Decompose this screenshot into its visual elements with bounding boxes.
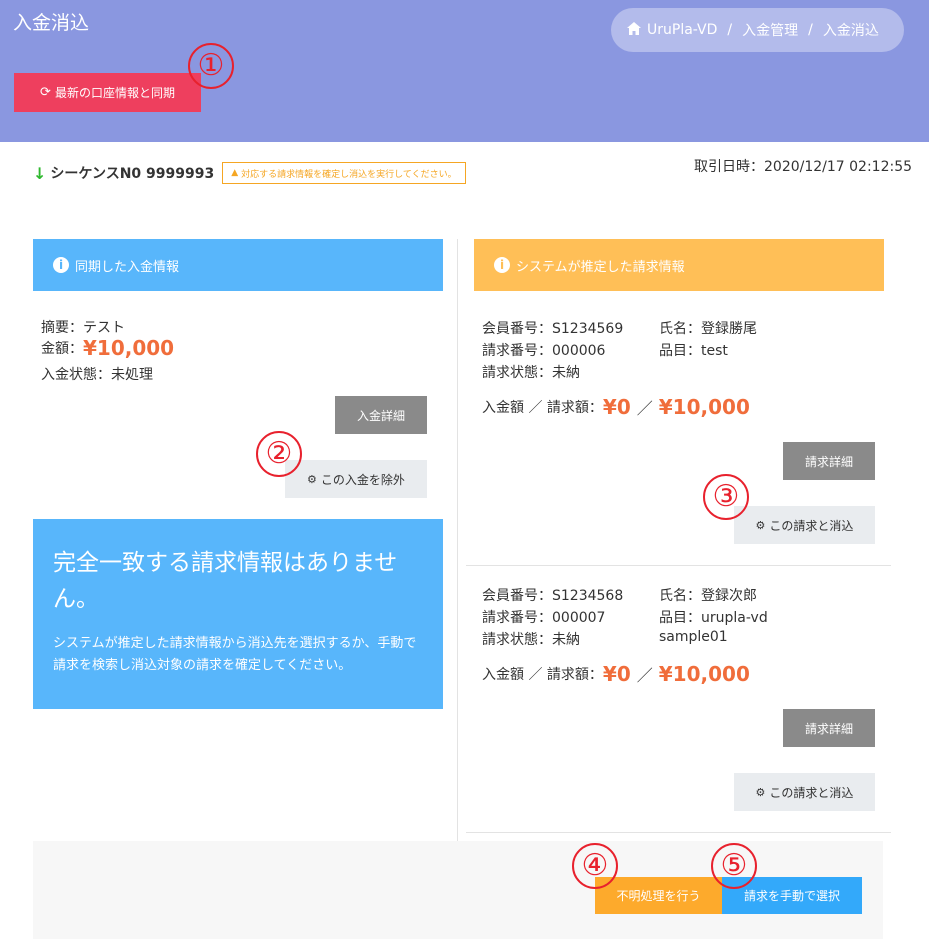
invoice-paid-amount: ¥0 [602, 662, 631, 686]
sync-account-label: 最新の口座情報と同期 [54, 86, 175, 100]
invoice-member-no: 会員番号：S1234569 [482, 321, 624, 337]
exclude-deposit-button[interactable]: ⚙ この入金を除外 [285, 460, 427, 498]
trade-date: 取引日時：2020/12/17 02:12:55 [694, 159, 913, 175]
invoice-status: 請求状態：未納 [482, 632, 580, 648]
invoice-billed-amount: ¥10,000 [658, 395, 750, 419]
deposit-panel-header: i 同期した入金情報 [33, 239, 443, 291]
invoice-amount-row: 入金額 ／ 請求額： ¥0 ／ ¥10,000 [482, 662, 750, 686]
reconcile-invoice-button[interactable]: ⚙ この請求と消込 [734, 773, 875, 811]
breadcrumb-item-app[interactable]: UruPla-VD [647, 22, 717, 38]
breadcrumb: UruPla-VD / 入金管理 / 入金消込 [611, 8, 904, 52]
page-title: 入金消込 [13, 12, 90, 34]
deposit-status: 入金状態：未処理 [41, 367, 153, 383]
sequence-label: シーケンスN0 9999993 [50, 166, 215, 182]
annotation-marker-5: ⑤ [711, 843, 757, 889]
invoice-detail-button[interactable]: 請求詳細 [783, 442, 875, 480]
no-match-notice: 完全一致する請求情報はありません。 システムが推定した請求情報から消込先を選択す… [33, 519, 443, 709]
home-icon[interactable] [627, 21, 641, 39]
warning-badge: ▲ 対応する請求情報を確定し消込を実行してください。 [222, 162, 466, 184]
invoice-number: 請求番号：000007 [482, 610, 606, 626]
invoice-member-no: 会員番号：S1234568 [482, 588, 624, 604]
estimated-panel-title: システムが推定した請求情報 [516, 259, 685, 275]
no-match-title: 完全一致する請求情報はありません。 [53, 550, 398, 612]
invoice-paid-amount: ¥0 [602, 395, 631, 419]
column-divider [457, 239, 458, 841]
refresh-icon: ⟳ [40, 85, 51, 100]
invoice-amount-row: 入金額 ／ 請求額： ¥0 ／ ¥10,000 [482, 395, 750, 419]
deposit-detail-button[interactable]: 入金詳細 [335, 396, 427, 434]
annotation-marker-3: ③ [703, 474, 749, 520]
deposit-panel-title: 同期した入金情報 [75, 259, 180, 275]
invoice-item: 品目：urupla-vd [659, 610, 768, 626]
invoice-amount-label: 入金額 ／ 請求額： [482, 667, 603, 683]
breadcrumb-separator: / [727, 22, 733, 38]
invoice-name: 氏名：登録次郎 [659, 588, 757, 604]
breadcrumb-item-current: 入金消込 [822, 23, 879, 39]
invoice-item: 品目：test [659, 343, 728, 359]
no-match-message: システムが推定した請求情報から消込先を選択するか、手動で請求を検索し消込対象の請… [53, 636, 417, 673]
breadcrumb-item-deposit-management[interactable]: 入金管理 [742, 20, 798, 40]
deposit-amount-label: 金額： [41, 341, 83, 357]
gear-icon: ⚙ [755, 785, 766, 799]
gear-icon: ⚙ [755, 518, 766, 532]
invoice-name: 氏名：登録勝尾 [659, 321, 757, 337]
annotation-marker-1: ① [188, 43, 234, 89]
amount-slash: ／ [636, 399, 653, 418]
arrow-down-icon: ↓ [33, 163, 47, 183]
breadcrumb-separator: / [808, 22, 813, 38]
info-icon: i [53, 257, 69, 273]
sync-account-button[interactable]: ⟳ 最新の口座情報と同期 [14, 73, 201, 112]
sequence-row: ↓ シーケンスN0 9999993 ▲ 対応する請求情報を確定し消込を実行してく… [33, 162, 466, 184]
deposit-amount-row: 金額： ¥10,000 [41, 336, 174, 360]
exclude-deposit-label: この入金を除外 [320, 472, 405, 487]
reconcile-invoice-label: この請求と消込 [769, 518, 854, 533]
invoice-billed-amount: ¥10,000 [658, 662, 750, 686]
reconcile-invoice-label: この請求と消込 [769, 785, 854, 800]
annotation-marker-2: ② [256, 431, 302, 477]
invoice-status: 請求状態：未納 [482, 365, 580, 381]
reconcile-invoice-button[interactable]: ⚙ この請求と消込 [734, 506, 875, 544]
annotation-marker-4: ④ [572, 843, 618, 889]
invoice-number: 請求番号：000006 [482, 343, 606, 359]
amount-slash: ／ [636, 666, 653, 685]
invoice-separator [466, 832, 891, 833]
deposit-summary: 摘要：テスト [41, 320, 125, 336]
warning-text: 対応する請求情報を確定し消込を実行してください。 [241, 169, 457, 180]
info-icon: i [494, 257, 510, 273]
invoice-separator [466, 565, 891, 566]
warning-icon: ▲ [231, 168, 239, 178]
invoice-item-extra: sample01 [659, 629, 728, 645]
unknown-process-button[interactable]: 不明処理を行う [595, 877, 722, 914]
deposit-amount: ¥10,000 [83, 336, 175, 360]
gear-icon: ⚙ [307, 472, 317, 486]
invoice-detail-button[interactable]: 請求詳細 [783, 709, 875, 747]
invoice-amount-label: 入金額 ／ 請求額： [482, 400, 603, 416]
estimated-panel-header: i システムが推定した請求情報 [474, 239, 884, 291]
